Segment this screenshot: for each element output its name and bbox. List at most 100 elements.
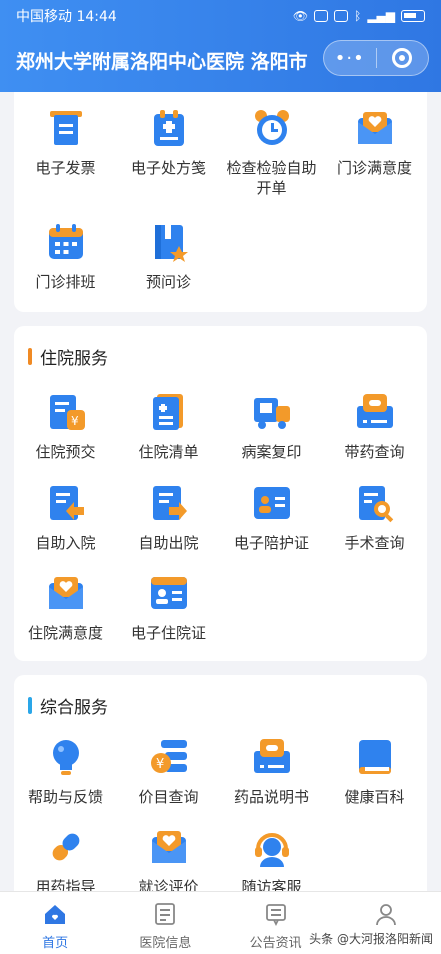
service-health-encyclopedia[interactable]: 健康百科 [323, 737, 426, 807]
lightbulb-icon [46, 737, 86, 777]
user-icon [375, 904, 396, 926]
service-label: 病案复印 [241, 443, 302, 461]
service-medicine-query[interactable]: 带药查询 [323, 392, 426, 462]
medicine-box-icon [252, 737, 292, 777]
miniprogram-capsule: •·• [323, 40, 429, 76]
service-label: 自助入院 [35, 534, 96, 552]
section-accent-bar [28, 348, 32, 365]
service-label: 带药查询 [344, 443, 405, 461]
bookmark-star-icon [149, 222, 189, 262]
payment-doc-icon: ¥ [46, 392, 86, 432]
section-title-text: 综合服务 [40, 698, 108, 718]
outpatient-section: 电子发票 电子处方笺 检查检验自助开单 门诊满意度 门诊排班 预问诊 [14, 92, 427, 312]
notice-icon [265, 904, 286, 926]
close-icon [392, 48, 413, 68]
service-label: 住院清单 [138, 443, 199, 461]
nav-label: 公告资讯 [249, 936, 302, 951]
service-pre-consultation[interactable]: 预问诊 [117, 222, 220, 292]
section-title-text: 住院服务 [40, 349, 108, 369]
more-icon[interactable]: •·• [324, 48, 376, 69]
id-card-icon [252, 483, 292, 523]
service-label: 价目查询 [138, 788, 199, 806]
service-label: 帮助与反馈 [27, 788, 103, 806]
alarm-clock-icon [252, 108, 292, 148]
alarm-icon [334, 10, 349, 22]
service-label: 电子住院证 [130, 624, 206, 642]
service-outpatient-schedule[interactable]: 门诊排班 [14, 222, 117, 292]
watermark: 头条 @大河报洛阳新闻 [309, 932, 433, 946]
calendar-icon [46, 222, 86, 262]
section-title: 综合服务 [28, 693, 108, 718]
service-label: 住院预交 [35, 443, 96, 461]
status-bar: 中国移动 14:44 👁 ᛒ ▂▄▆ [0, 0, 441, 32]
battery-icon [401, 10, 425, 22]
service-inpatient-satisfaction[interactable]: 住院满意度 [14, 573, 117, 643]
service-label: 检查检验自助开单 [226, 159, 317, 197]
svg-text:¥: ¥ [156, 757, 164, 772]
inpatient-services-section: 住院服务 ¥ 住院预交 住院清单 病案复印 带药查询 自助入院 自助出院 电子陪… [14, 326, 427, 661]
section-title: 住院服务 [28, 344, 108, 369]
service-e-admission-card[interactable]: 电子住院证 [117, 573, 220, 643]
service-price-query[interactable]: ¥ 价目查询 [117, 737, 220, 807]
prescription-icon [149, 108, 189, 148]
service-label: 门诊满意度 [336, 159, 412, 177]
service-e-prescription[interactable]: 电子处方笺 [117, 108, 220, 178]
service-help-feedback[interactable]: 帮助与反馈 [14, 737, 117, 807]
service-label: 住院满意度 [27, 624, 103, 642]
headset-icon [252, 827, 292, 867]
nav-label: 医院信息 [139, 936, 192, 951]
nav-hospital-info[interactable]: 医院信息 [110, 892, 220, 954]
checklist-icon [149, 392, 189, 432]
service-label: 电子陪护证 [233, 534, 309, 552]
service-record-copy[interactable]: 病案复印 [220, 392, 323, 462]
nav-label: 首页 [42, 936, 69, 951]
price-list-icon: ¥ [149, 737, 189, 777]
general-services-section: 综合服务 帮助与反馈 ¥ 价目查询 药品说明书 健康百科 用药指导 就诊评价 随… [14, 675, 427, 905]
service-medication-guide[interactable]: 用药指导 [14, 827, 117, 897]
service-label: 健康百科 [344, 788, 405, 806]
section-accent-bar [28, 697, 32, 714]
service-label: 自助出院 [138, 534, 199, 552]
service-label: 电子发票 [35, 159, 96, 177]
svg-text:¥: ¥ [71, 414, 79, 428]
signal-icon: ▂▄▆ [367, 9, 395, 23]
medicine-box-icon [355, 392, 395, 432]
id-card-icon [149, 573, 189, 613]
service-e-escort-pass[interactable]: 电子陪护证 [220, 483, 323, 553]
service-label: 电子处方笺 [130, 159, 206, 177]
service-visit-evaluation[interactable]: 就诊评价 [117, 827, 220, 897]
service-electronic-invoice[interactable]: 电子发票 [14, 108, 117, 178]
service-drug-manual[interactable]: 药品说明书 [220, 737, 323, 807]
title-bar: 郑州大学附属洛阳中心医院 洛阳市 •·• [0, 32, 441, 88]
page-title: 郑州大学附属洛阳中心医院 洛阳市 [16, 50, 308, 73]
book-icon [355, 737, 395, 777]
service-inpatient-prepay[interactable]: ¥ 住院预交 [14, 392, 117, 462]
admit-doc-icon [46, 483, 86, 523]
eye-icon: 👁 [292, 9, 309, 23]
service-followup-support[interactable]: 随访客服 [220, 827, 323, 897]
home-icon [45, 905, 66, 924]
nav-home[interactable]: 首页 [0, 892, 110, 954]
status-icons: 👁 ᛒ ▂▄▆ [293, 9, 425, 23]
heart-envelope-icon [355, 108, 395, 148]
app-header: 中国移动 14:44 👁 ᛒ ▂▄▆ 郑州大学附属洛阳中心医院 洛阳市 •·• [0, 0, 441, 92]
service-self-order-exam[interactable]: 检查检验自助开单 [220, 108, 323, 198]
bluetooth-icon: ᛒ [354, 9, 362, 23]
carrier-time: 中国移动 14:44 [16, 9, 117, 25]
service-surgery-query[interactable]: 手术查询 [323, 483, 426, 553]
service-self-admission[interactable]: 自助入院 [14, 483, 117, 553]
close-button[interactable] [377, 48, 429, 68]
truck-icon [252, 392, 292, 432]
service-label: 手术查询 [344, 534, 405, 552]
hospital-info-icon [155, 903, 176, 925]
service-label: 药品说明书 [233, 788, 309, 806]
nfc-icon [314, 10, 329, 22]
heart-envelope-icon [149, 827, 189, 867]
service-outpatient-satisfaction[interactable]: 门诊满意度 [323, 108, 426, 178]
service-inpatient-list[interactable]: 住院清单 [117, 392, 220, 462]
search-doc-icon [355, 483, 395, 523]
service-label: 预问诊 [145, 273, 191, 291]
invoice-icon [46, 108, 86, 148]
heart-envelope-icon [46, 573, 86, 613]
service-self-discharge[interactable]: 自助出院 [117, 483, 220, 553]
